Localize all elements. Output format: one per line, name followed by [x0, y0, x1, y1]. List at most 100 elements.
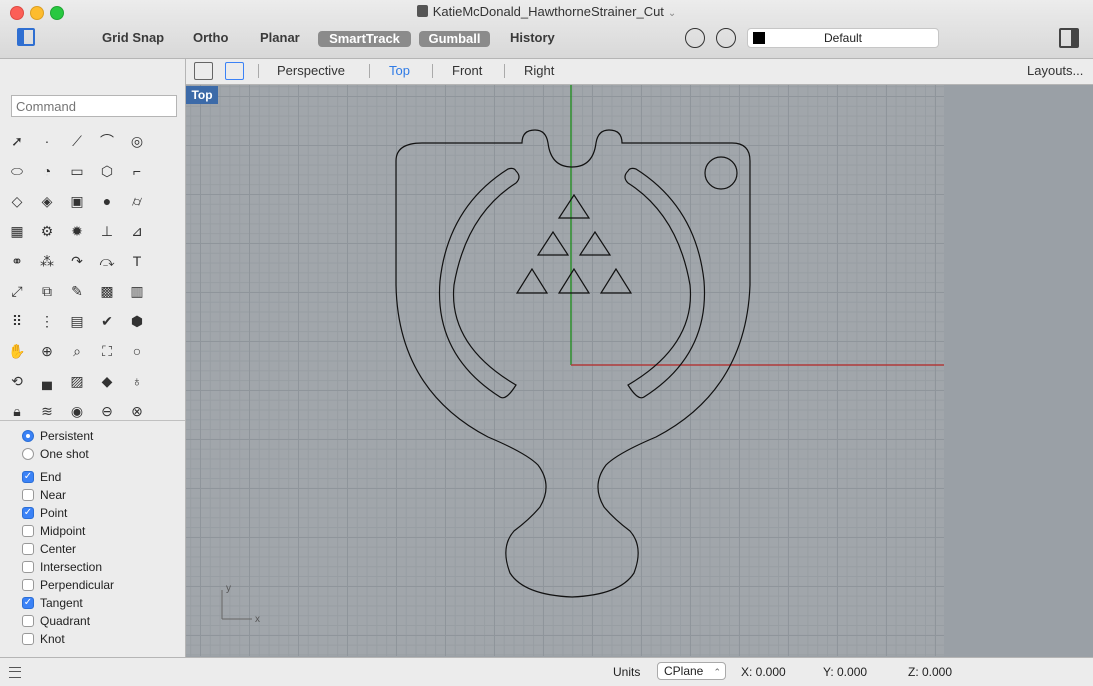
light-bulb-icon[interactable]: ♁ — [125, 369, 149, 393]
tab-front[interactable]: Front — [452, 63, 482, 78]
osnap-label: Center — [40, 542, 77, 556]
tab-top[interactable]: Top — [389, 63, 410, 78]
right-panel-toggle-icon[interactable] — [1059, 28, 1079, 48]
osnap-row[interactable]: Center — [22, 540, 114, 558]
grid-snap-button[interactable]: Grid Snap — [102, 30, 164, 45]
checkbox[interactable] — [22, 489, 34, 501]
target-icon[interactable] — [716, 28, 736, 48]
units-label[interactable]: Units — [613, 665, 640, 679]
separator — [432, 64, 433, 78]
checkbox[interactable] — [22, 633, 34, 645]
smarttrack-button[interactable]: SmartTrack — [318, 31, 411, 47]
radio-button[interactable] — [22, 448, 34, 460]
menu-icon[interactable] — [9, 667, 21, 678]
checkbox[interactable]: ✓ — [22, 471, 34, 483]
axis-indicator: y x — [221, 583, 260, 625]
rotate-view-icon[interactable]: ⟲ — [5, 369, 29, 393]
table-icon[interactable]: ▥ — [125, 279, 149, 303]
single-view-icon[interactable] — [225, 62, 244, 80]
circle-icon[interactable]: ◎ — [125, 129, 149, 153]
curve-icon[interactable]: ⌒ — [95, 129, 119, 153]
edit-icon[interactable]: ✎ — [65, 279, 89, 303]
array-icon[interactable]: ⧉ — [35, 279, 59, 303]
zoom-in-icon[interactable]: ⊕ — [35, 339, 59, 363]
osnap-row[interactable]: Quadrant — [22, 612, 114, 630]
mesh-icon[interactable]: ▦ — [5, 219, 29, 243]
history-button[interactable]: History — [510, 30, 555, 45]
osnap-label: End — [40, 470, 62, 484]
cylinder-icon[interactable]: ⌭ — [125, 189, 149, 213]
layer-selector[interactable]: Default — [747, 28, 939, 48]
osnap-row[interactable]: ✓ Tangent — [22, 594, 114, 612]
osnap-row[interactable]: Midpoint — [22, 522, 114, 540]
polygon-icon[interactable]: ⬡ — [95, 159, 119, 183]
select-arrow-icon[interactable]: ➚ — [5, 129, 29, 153]
leader-icon[interactable]: ⊿ — [125, 219, 149, 243]
triangle-pattern — [515, 193, 633, 294]
polyline-icon[interactable]: ⟋ — [65, 129, 89, 153]
chevron-down-icon[interactable]: ⌄ — [668, 8, 676, 19]
gumball-button[interactable]: Gumball — [419, 31, 490, 47]
zoom-window-icon[interactable]: ⌕ — [65, 339, 89, 363]
sidebar-toggle-icon[interactable] — [17, 28, 35, 46]
layouts-button[interactable]: Layouts... — [1027, 63, 1083, 78]
strainer-outline — [395, 129, 751, 598]
osnap-row[interactable]: Perpendicular — [22, 576, 114, 594]
materials-icon[interactable]: ◆ — [95, 369, 119, 393]
magnifier-icon[interactable]: ○ — [125, 339, 149, 363]
fillet-icon[interactable]: ⌐ — [125, 159, 149, 183]
grid-array-icon[interactable]: ⠿ — [5, 309, 29, 333]
cube-icon[interactable]: ⬢ — [125, 309, 149, 333]
car-icon[interactable]: ▄ — [35, 369, 59, 393]
render-plane-icon[interactable]: ▨ — [65, 369, 89, 393]
ellipse-icon[interactable]: ⬭ — [5, 159, 29, 183]
gear-icon[interactable]: ⚙ — [35, 219, 59, 243]
explode-icon[interactable]: ✹ — [65, 219, 89, 243]
checkbox[interactable] — [22, 543, 34, 555]
osnap-row[interactable]: Intersection — [22, 558, 114, 576]
osnap-label: Perpendicular — [40, 578, 115, 592]
tab-perspective[interactable]: Perspective — [277, 63, 345, 78]
checkbox[interactable] — [22, 615, 34, 627]
radio-button[interactable] — [22, 430, 34, 442]
check-icon[interactable]: ✔ — [95, 309, 119, 333]
text-icon[interactable]: T — [125, 249, 149, 273]
four-view-icon[interactable] — [194, 62, 213, 80]
osnap-mode-row[interactable]: Persistent — [22, 427, 114, 445]
osnap-filter-icon[interactable] — [685, 28, 705, 48]
command-input[interactable] — [11, 95, 177, 117]
arc-icon[interactable]: ◔ — [35, 159, 59, 183]
surface-icon[interactable]: ◇ — [5, 189, 29, 213]
osnap-row[interactable]: Knot — [22, 630, 114, 647]
pan-icon[interactable]: ✋ — [5, 339, 29, 363]
point-icon[interactable]: · — [35, 129, 59, 153]
tab-right[interactable]: Right — [524, 63, 554, 78]
sphere-icon[interactable]: ● — [95, 189, 119, 213]
osnap-row[interactable]: ✓ End — [22, 468, 114, 486]
checkbox[interactable]: ✓ — [22, 597, 34, 609]
ortho-button[interactable]: Ortho — [193, 30, 228, 45]
cplane-select[interactable]: CPlane — [657, 662, 726, 680]
trim-icon[interactable]: ↷ — [65, 249, 89, 273]
osnap-row[interactable]: Near — [22, 486, 114, 504]
offset-icon[interactable]: ⤼ — [95, 249, 119, 273]
layout-icon[interactable]: ▤ — [65, 309, 89, 333]
solid-box-icon[interactable]: ▩ — [95, 279, 119, 303]
strainer-drawing[interactable]: y x — [186, 85, 944, 656]
checkbox[interactable] — [22, 525, 34, 537]
distribute-icon[interactable]: ⋮ — [35, 309, 59, 333]
dimension-icon[interactable]: ⊥ — [95, 219, 119, 243]
zoom-extents-icon[interactable]: ⛶ — [95, 339, 119, 363]
checkbox[interactable]: ✓ — [22, 507, 34, 519]
box-icon[interactable]: ▣ — [65, 189, 89, 213]
osnap-mode-row[interactable]: One shot — [22, 445, 114, 463]
osnap-row[interactable]: ✓ Point — [22, 504, 114, 522]
boolean-icon[interactable]: ⚭ — [5, 249, 29, 273]
checkbox[interactable] — [22, 579, 34, 591]
planar-button[interactable]: Planar — [260, 30, 300, 45]
move-icon[interactable]: ⤢ — [5, 279, 29, 303]
checkbox[interactable] — [22, 561, 34, 573]
extrude-surface-icon[interactable]: ◈ — [35, 189, 59, 213]
rectangle-icon[interactable]: ▭ — [65, 159, 89, 183]
group-icon[interactable]: ⁂ — [35, 249, 59, 273]
